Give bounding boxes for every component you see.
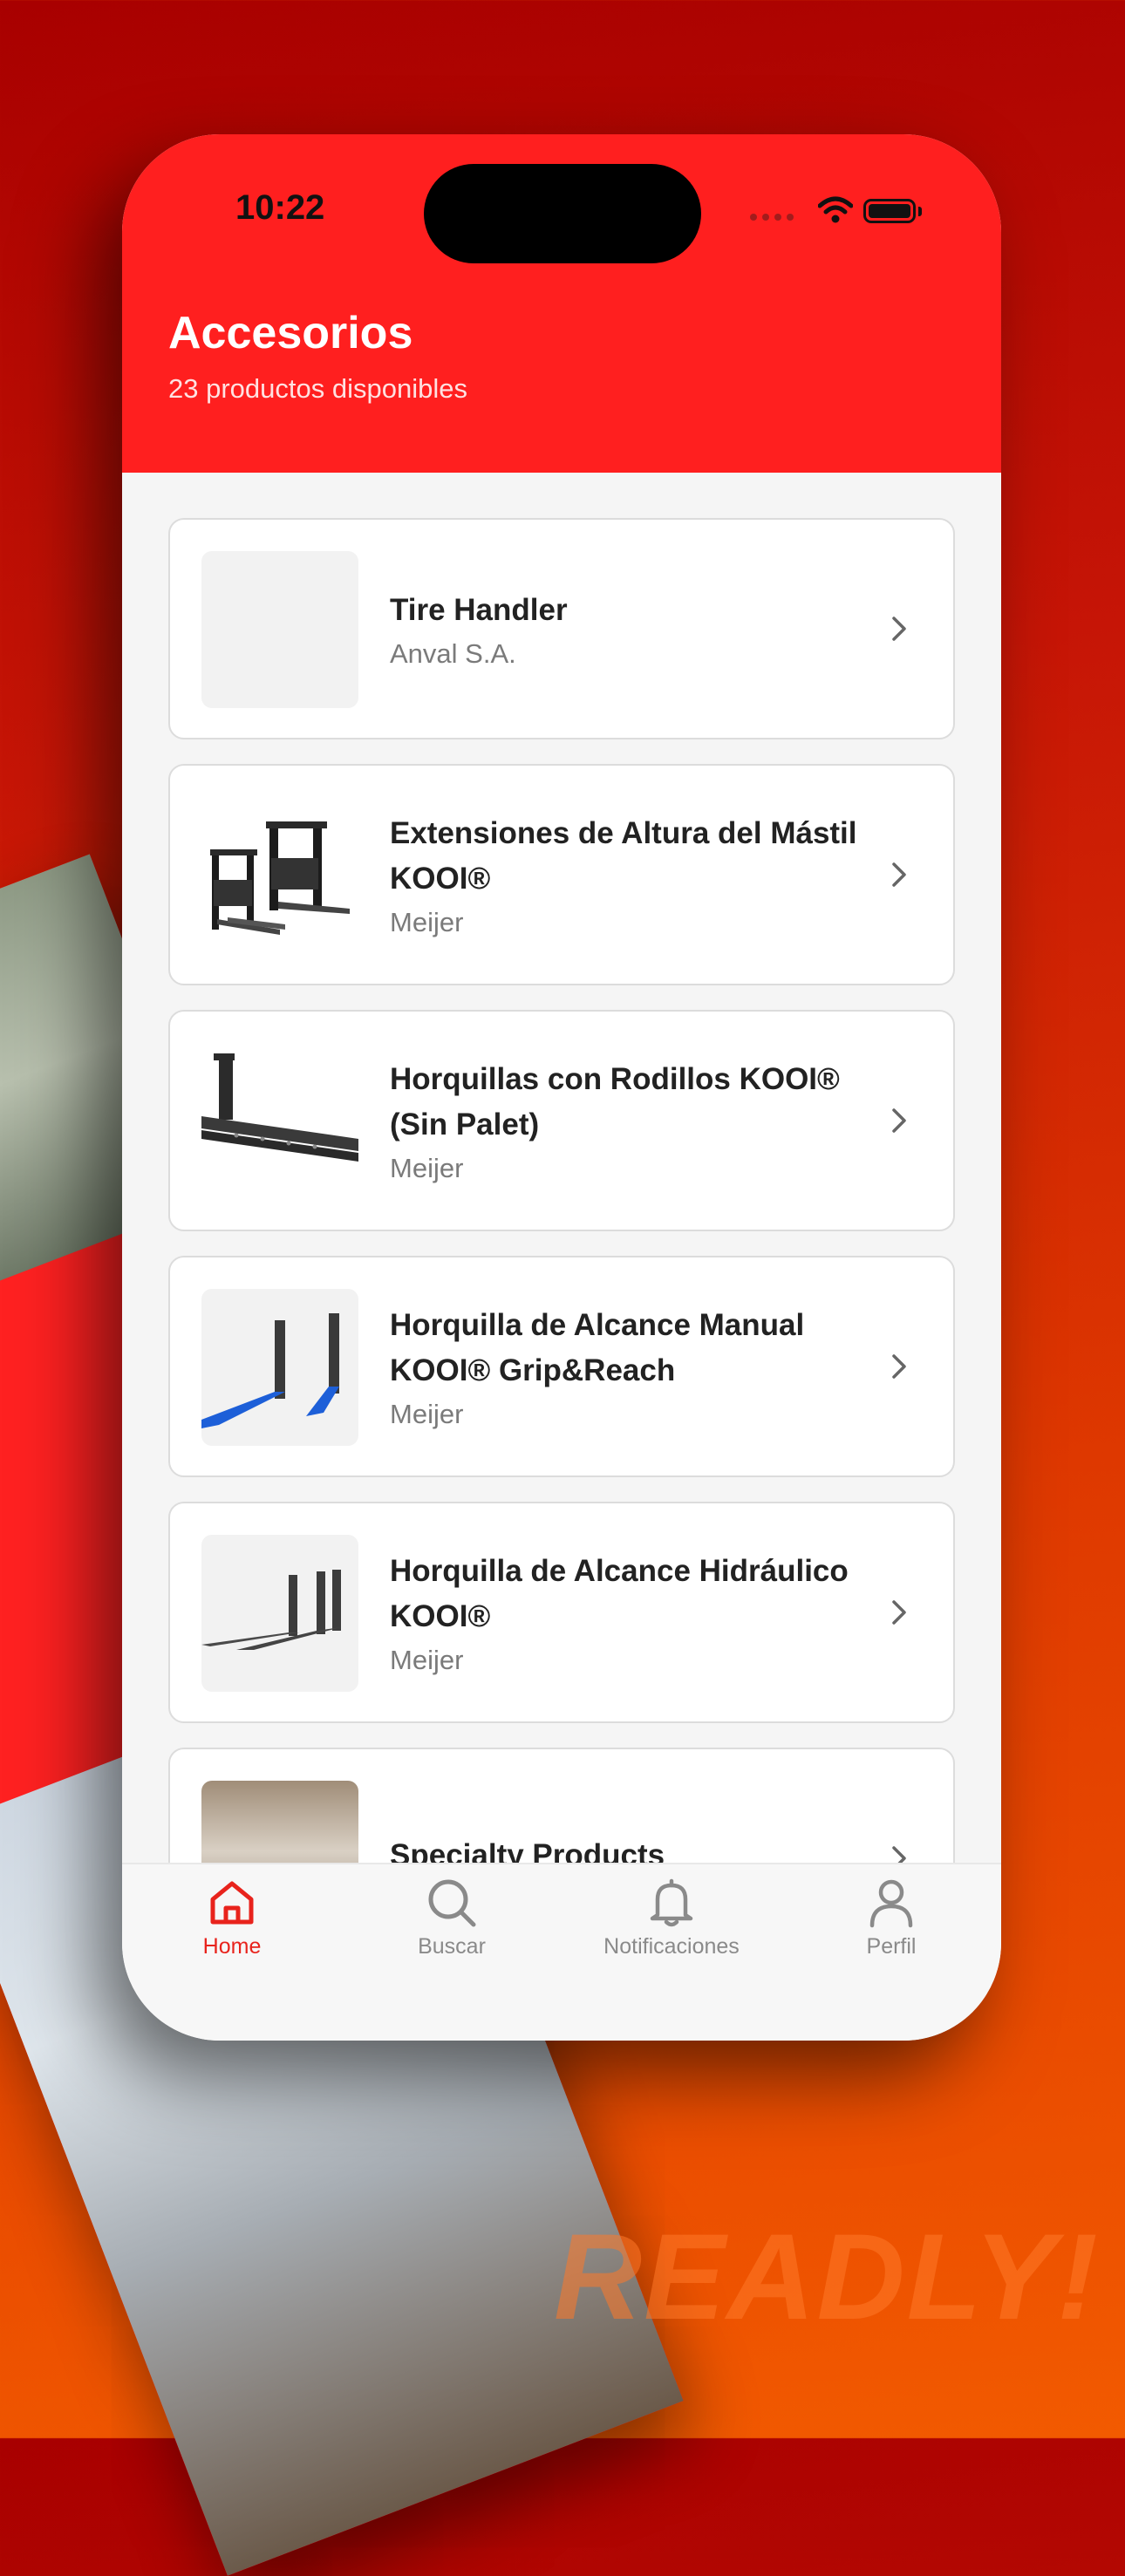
search-icon xyxy=(428,1879,476,1927)
dynamic-island xyxy=(424,164,701,263)
status-icons xyxy=(750,195,951,230)
tab-bar: Home Buscar Notificaciones Perfil xyxy=(122,1863,1001,2041)
product-brand: Meijer xyxy=(390,1399,464,1429)
product-brand: Anval S.A. xyxy=(390,638,516,669)
product-card[interactable]: Extensiones de Altura del Mástil KOOI® M… xyxy=(168,764,955,985)
product-name: Horquilla de Alcance Manual KOOI® Grip&R… xyxy=(390,1308,805,1387)
battery-icon xyxy=(863,199,916,223)
product-name: Horquilla de Alcance Hidráulico KOOI® xyxy=(390,1554,849,1633)
status-time: 10:22 xyxy=(235,188,325,227)
tab-notificaciones[interactable]: Notificaciones xyxy=(576,1877,767,1959)
placeholder-image-icon xyxy=(201,551,358,708)
wifi-icon xyxy=(818,196,853,223)
product-brand: Meijer xyxy=(390,907,464,937)
signal-dots-icon xyxy=(750,209,799,225)
product-brand: Meijer xyxy=(390,1153,464,1183)
phone-screen: 10:22 Accesorios 23 productos disponible… xyxy=(122,134,1001,2041)
product-name: Extensiones de Altura del Mástil KOOI® xyxy=(390,816,857,896)
bell-icon xyxy=(650,1878,693,1927)
chevron-right-icon xyxy=(892,617,906,641)
chevron-right-icon xyxy=(892,1600,906,1625)
tab-home-label: Home xyxy=(202,1934,262,1959)
tab-buscar-label: Buscar xyxy=(418,1934,486,1959)
watermark-text: READLY! xyxy=(554,2208,1100,2345)
product-name: Horquillas con Rodillos KOOI® (Sin Palet… xyxy=(390,1062,840,1141)
chevron-right-icon xyxy=(892,1108,906,1133)
tab-buscar[interactable]: Buscar xyxy=(356,1877,548,1959)
home-icon xyxy=(210,1881,254,1925)
user-icon xyxy=(869,1879,913,1928)
mast-extension-image-icon xyxy=(201,797,358,954)
roller-forks-image-icon xyxy=(201,1043,358,1200)
tab-perfil-label: Perfil xyxy=(866,1934,917,1959)
tab-perfil[interactable]: Perfil xyxy=(795,1877,987,1959)
product-card[interactable]: Horquillas con Rodillos KOOI® (Sin Palet… xyxy=(168,1010,955,1231)
hydraulic-forks-image-icon xyxy=(201,1535,358,1692)
chevron-right-icon xyxy=(892,862,906,887)
battery-cap xyxy=(918,207,922,216)
product-card[interactable]: Horquilla de Alcance Manual KOOI® Grip&R… xyxy=(168,1256,955,1477)
product-brand: Meijer xyxy=(390,1645,464,1675)
product-name: Tire Handler xyxy=(390,593,568,627)
product-count: 23 productos disponibles xyxy=(168,373,467,404)
tab-home[interactable]: Home xyxy=(136,1877,328,1959)
blue-forks-image-icon xyxy=(201,1289,358,1446)
page-title: Accesorios xyxy=(168,308,413,358)
product-card[interactable]: Tire Handler Anval S.A. xyxy=(168,518,955,739)
product-card[interactable]: Horquilla de Alcance Hidráulico KOOI® Me… xyxy=(168,1502,955,1723)
header: 10:22 Accesorios 23 productos disponible… xyxy=(122,134,1001,473)
tab-notificaciones-label: Notificaciones xyxy=(603,1934,740,1959)
chevron-right-icon xyxy=(892,1354,906,1379)
